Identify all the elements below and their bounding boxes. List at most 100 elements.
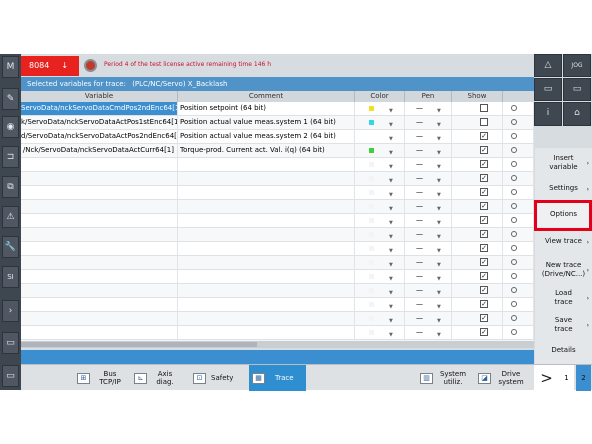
comment-cell[interactable] (178, 270, 355, 283)
comment-cell[interactable] (178, 214, 355, 227)
bus-tcpip-button[interactable]: ⊞ Bus TCP/IP (77, 365, 133, 391)
load-trace-button[interactable]: Load trace › (535, 283, 592, 313)
tool-icon[interactable]: 🔧 (2, 236, 19, 258)
variable-cell[interactable] (21, 158, 178, 171)
show-checkbox[interactable]: ✓ (480, 286, 488, 294)
dropdown-arrow-icon[interactable]: ▼ (389, 315, 393, 325)
variable-cell[interactable] (21, 186, 178, 199)
dropdown-arrow-icon[interactable]: ▼ (437, 301, 441, 311)
table-row[interactable]: ▼ — ▼ ✓ (21, 214, 534, 228)
dropdown-arrow-icon[interactable]: ▼ (389, 231, 393, 241)
table-row[interactable]: ▼ — ▼ ✓ (21, 186, 534, 200)
color-cell[interactable]: ▼ (355, 158, 405, 171)
color-cell[interactable]: ▼ (355, 284, 405, 297)
sinumerik-icon[interactable]: SI (2, 266, 19, 288)
dropdown-arrow-icon[interactable]: ▼ (389, 273, 393, 283)
page-2-button[interactable]: 2 (576, 365, 591, 391)
color-cell[interactable]: ▼ (355, 270, 405, 283)
comment-cell[interactable] (178, 312, 355, 325)
column-header-comment[interactable]: Comment (178, 91, 355, 102)
pen-cell[interactable]: — ▼ (405, 214, 452, 227)
show-checkbox[interactable] (480, 118, 488, 126)
color-cell[interactable]: ▼ (355, 242, 405, 255)
pen-cell[interactable]: — ▼ (405, 312, 452, 325)
warning-icon[interactable]: ⚠ (2, 206, 19, 228)
show-checkbox[interactable] (480, 104, 488, 112)
pen-cell[interactable]: — ▼ (405, 158, 452, 171)
comment-cell[interactable] (178, 200, 355, 213)
safety-button[interactable]: ⊡ Safety (193, 365, 249, 391)
dropdown-arrow-icon[interactable]: ▼ (389, 189, 393, 199)
dropdown-arrow-icon[interactable]: ▼ (437, 119, 441, 129)
pen-cell[interactable]: — ▼ (405, 242, 452, 255)
dropdown-arrow-icon[interactable]: ▼ (437, 231, 441, 241)
variable-cell[interactable] (21, 326, 178, 339)
table-row[interactable]: d/ServoData/nckServoDataActPos2ndEnc64[1… (21, 130, 534, 144)
dropdown-arrow-icon[interactable]: ▼ (389, 301, 393, 311)
trace-button[interactable]: ▦ Trace (249, 365, 306, 391)
table-row[interactable]: ▼ — ▼ ✓ (21, 158, 534, 172)
panel-icon[interactable]: ▭ (563, 78, 591, 101)
pen-cell[interactable]: — ▼ (405, 256, 452, 269)
variable-cell[interactable]: /Nck/ServoData/nckServoDataActCurr64[1] (21, 144, 178, 157)
variable-cell[interactable] (21, 298, 178, 311)
color-cell[interactable]: ▼ (355, 186, 405, 199)
program-icon[interactable]: ◉ (2, 116, 19, 138)
pen-cell[interactable]: — ▼ (405, 228, 452, 241)
show-checkbox[interactable]: ✓ (480, 300, 488, 308)
show-checkbox[interactable]: ✓ (480, 174, 488, 182)
dropdown-arrow-icon[interactable]: ▼ (437, 161, 441, 171)
variable-cell[interactable] (21, 172, 178, 185)
parameter-icon[interactable]: ✎ (2, 88, 19, 110)
pen-cell[interactable]: — ▼ (405, 284, 452, 297)
comment-cell[interactable]: Position setpoint (64 bit) (178, 102, 355, 115)
dropdown-arrow-icon[interactable]: ▼ (389, 133, 393, 143)
dropdown-arrow-icon[interactable]: ▼ (437, 329, 441, 339)
variable-cell[interactable] (21, 242, 178, 255)
alarm-indicator[interactable]: 8084 ↓ (21, 56, 79, 76)
table-row[interactable]: ▼ — ▼ ✓ (21, 242, 534, 256)
dropdown-arrow-icon[interactable]: ▼ (437, 245, 441, 255)
color-cell[interactable]: ▼ (355, 256, 405, 269)
variable-cell[interactable]: d/ServoData/nckServoDataActPos2ndEnc64[1… (21, 130, 178, 143)
view-trace-button[interactable]: View trace › (535, 227, 592, 257)
column-header-variable[interactable]: Variable (21, 91, 178, 102)
variable-cell[interactable]: ServoData/nckServoDataCmdPos2ndEnc64[1] (21, 102, 178, 115)
dropdown-arrow-icon[interactable]: ▼ (389, 329, 393, 339)
show-checkbox[interactable]: ✓ (480, 230, 488, 238)
dropdown-arrow-icon[interactable]: ▼ (389, 259, 393, 269)
color-cell[interactable]: ▼ (355, 326, 405, 339)
table-row[interactable]: ▼ — ▼ ✓ (21, 200, 534, 214)
dropdown-arrow-icon[interactable]: ▼ (437, 147, 441, 157)
show-checkbox[interactable]: ✓ (480, 272, 488, 280)
pen-cell[interactable]: — ▼ (405, 200, 452, 213)
comment-cell[interactable] (178, 326, 355, 339)
comment-cell[interactable]: Position actual value meas.system 2 (64 … (178, 130, 355, 143)
variable-cell[interactable] (21, 312, 178, 325)
table-row[interactable]: /Nck/ServoData/nckServoDataActCurr64[1] T… (21, 144, 534, 158)
show-checkbox[interactable]: ✓ (480, 146, 488, 154)
table-row[interactable]: ▼ — ▼ ✓ (21, 256, 534, 270)
color-cell[interactable]: ▼ (355, 228, 405, 241)
table-row[interactable]: k/ServoData/nckServoDataActPos1stEnc64[1… (21, 116, 534, 130)
dropdown-arrow-icon[interactable]: ▼ (437, 273, 441, 283)
machine-icon[interactable]: M (2, 56, 19, 78)
window-icon[interactable]: ▭ (2, 365, 19, 387)
dropdown-arrow-icon[interactable]: ▼ (389, 203, 393, 213)
dropdown-arrow-icon[interactable]: ▼ (437, 189, 441, 199)
color-cell[interactable]: ▼ (355, 116, 405, 129)
dropdown-arrow-icon[interactable]: ▼ (437, 203, 441, 213)
pen-cell[interactable]: — ▼ (405, 102, 452, 115)
pen-cell[interactable]: — ▼ (405, 326, 452, 339)
show-checkbox[interactable]: ✓ (480, 160, 488, 168)
dropdown-arrow-icon[interactable]: ▼ (437, 105, 441, 115)
dropdown-arrow-icon[interactable]: ▼ (389, 287, 393, 297)
variable-cell[interactable]: k/ServoData/nckServoDataActPos1stEnc64[1… (21, 116, 178, 129)
column-header-show[interactable]: Show (452, 91, 503, 102)
table-row[interactable]: ▼ — ▼ ✓ (21, 228, 534, 242)
dropdown-arrow-icon[interactable]: ▼ (389, 119, 393, 129)
dropdown-arrow-icon[interactable]: ▼ (389, 175, 393, 185)
comment-cell[interactable] (178, 242, 355, 255)
dropdown-arrow-icon[interactable]: ▼ (437, 287, 441, 297)
next-page-button[interactable]: > (534, 365, 559, 391)
